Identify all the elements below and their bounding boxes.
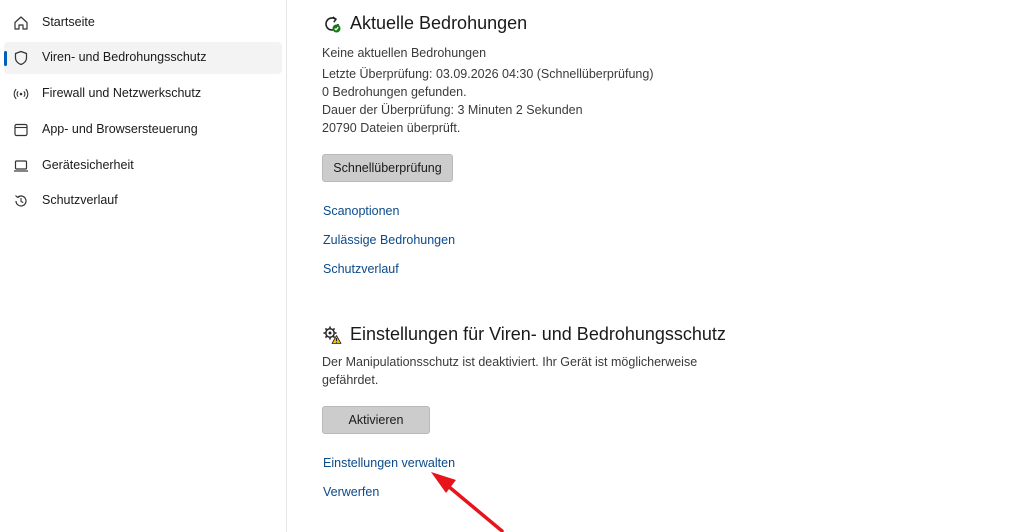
sidebar-item-firewall-und-netzwerkschutz[interactable]: Firewall und Netzwerkschutz bbox=[4, 78, 282, 110]
tamper-protection-text-line2: gefährdet. bbox=[322, 373, 379, 387]
browser-window-icon bbox=[12, 121, 30, 139]
settings-title: Einstellungen für Viren- und Bedrohungss… bbox=[350, 324, 726, 344]
activate-button[interactable]: Aktivieren bbox=[322, 406, 430, 434]
settings-warning-icon bbox=[322, 325, 342, 345]
last-scan-text: Letzte Überprüfung: 03.09.2026 04:30 (Sc… bbox=[322, 67, 654, 81]
threats-title: Aktuelle Bedrohungen bbox=[350, 13, 528, 33]
sidebar-item-label: App- und Browsersteuerung bbox=[42, 122, 198, 136]
windows-security-window: Startseite Viren- und Bedrohungsschutz F… bbox=[0, 0, 1019, 532]
sidebar-item-label: Viren- und Bedrohungsschutz bbox=[42, 50, 207, 64]
sidebar-item-label: Schutzverlauf bbox=[42, 193, 118, 207]
allowed-threats-link[interactable]: Zulässige Bedrohungen bbox=[323, 233, 455, 247]
protection-history-link[interactable]: Schutzverlauf bbox=[323, 262, 399, 276]
main-content: Aktuelle Bedrohungen Keine aktuellen Bed… bbox=[287, 0, 1019, 532]
sidebar-item-label: Gerätesicherheit bbox=[42, 158, 134, 172]
settings-section-header: Einstellungen für Viren- und Bedrohungss… bbox=[322, 324, 726, 345]
sidebar-item-viren-und-bedrohungsschutz[interactable]: Viren- und Bedrohungsschutz bbox=[4, 42, 282, 74]
wifi-antenna-icon bbox=[12, 85, 30, 103]
sidebar-item-schutzverlauf[interactable]: Schutzverlauf bbox=[4, 185, 282, 217]
sidebar: Startseite Viren- und Bedrohungsschutz F… bbox=[0, 0, 287, 532]
sidebar-item-label: Startseite bbox=[42, 15, 95, 29]
sidebar-item-startseite[interactable]: Startseite bbox=[4, 7, 282, 39]
home-icon bbox=[12, 14, 30, 32]
threats-section-header: Aktuelle Bedrohungen bbox=[322, 13, 527, 34]
sidebar-item-app-und-browsersteuerung[interactable]: App- und Browsersteuerung bbox=[4, 114, 282, 146]
scan-duration-text: Dauer der Überprüfung: 3 Minuten 2 Sekun… bbox=[322, 103, 583, 117]
scan-refresh-icon bbox=[322, 14, 342, 34]
files-scanned-text: 20790 Dateien überprüft. bbox=[322, 121, 461, 135]
active-indicator bbox=[4, 51, 7, 66]
shield-icon bbox=[12, 49, 30, 67]
history-icon bbox=[12, 192, 30, 210]
tamper-protection-text-line1: Der Manipulationsschutz ist deaktiviert.… bbox=[322, 355, 698, 369]
sidebar-item-label: Firewall und Netzwerkschutz bbox=[42, 86, 202, 100]
dismiss-link[interactable]: Verwerfen bbox=[323, 485, 379, 499]
quick-scan-button[interactable]: Schnellüberprüfung bbox=[322, 154, 453, 182]
laptop-icon bbox=[12, 157, 30, 175]
threats-status: Keine aktuellen Bedrohungen bbox=[322, 46, 487, 60]
scan-options-link[interactable]: Scanoptionen bbox=[323, 204, 399, 218]
manage-settings-link[interactable]: Einstellungen verwalten bbox=[323, 456, 455, 470]
sidebar-item-geraetesicherheit[interactable]: Gerätesicherheit bbox=[4, 150, 282, 182]
threats-found-text: 0 Bedrohungen gefunden. bbox=[322, 85, 467, 99]
